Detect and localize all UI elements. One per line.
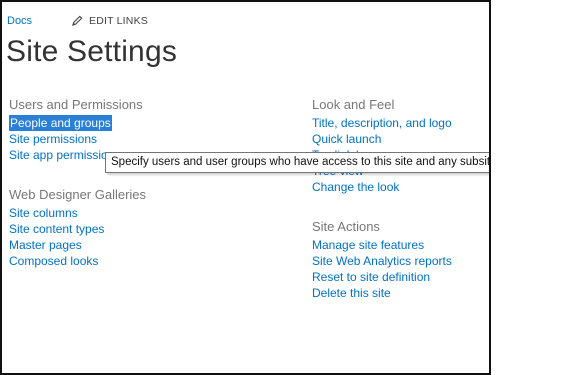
page-title: Site Settings [6, 35, 178, 68]
site-columns-link[interactable]: Site columns [9, 205, 146, 221]
breadcrumb-docs[interactable]: Docs [7, 15, 32, 27]
look-and-feel-section: Look and Feel Title, description, and lo… [312, 97, 452, 195]
section-heading: Site Actions [312, 219, 380, 234]
edit-links-button[interactable]: EDIT LINKS [72, 15, 148, 27]
edit-links-label: EDIT LINKS [89, 15, 148, 27]
master-pages-link[interactable]: Master pages [9, 237, 146, 253]
pencil-icon [72, 15, 83, 26]
people-and-groups-tooltip: Specify users and user groups who have a… [105, 152, 489, 173]
composed-looks-link[interactable]: Composed looks [9, 253, 146, 269]
reset-to-site-definition-link[interactable]: Reset to site definition [312, 269, 452, 285]
site-content-types-link[interactable]: Site content types [9, 221, 146, 237]
change-the-look-link[interactable]: Change the look [312, 179, 452, 195]
people-and-groups-link[interactable]: People and groups [9, 115, 112, 131]
topbar: Docs EDIT LINKS [7, 15, 148, 27]
site-actions-section: Site Actions Manage site features Site W… [312, 219, 452, 301]
section-heading: Look and Feel [312, 97, 395, 112]
site-web-analytics-reports-link[interactable]: Site Web Analytics reports [312, 253, 452, 269]
site-settings-window: Docs EDIT LINKS Site Settings Users and … [0, 0, 491, 375]
section-heading: Users and Permissions [9, 97, 143, 112]
web-designer-galleries-section: Web Designer Galleries Site columns Site… [9, 187, 146, 269]
delete-this-site-link[interactable]: Delete this site [312, 285, 452, 301]
site-permissions-link[interactable]: Site permissions [9, 131, 143, 147]
quick-launch-link[interactable]: Quick launch [312, 131, 452, 147]
section-heading: Web Designer Galleries [9, 187, 147, 202]
manage-site-features-link[interactable]: Manage site features [312, 237, 452, 253]
title-description-logo-link[interactable]: Title, description, and logo [312, 115, 452, 131]
